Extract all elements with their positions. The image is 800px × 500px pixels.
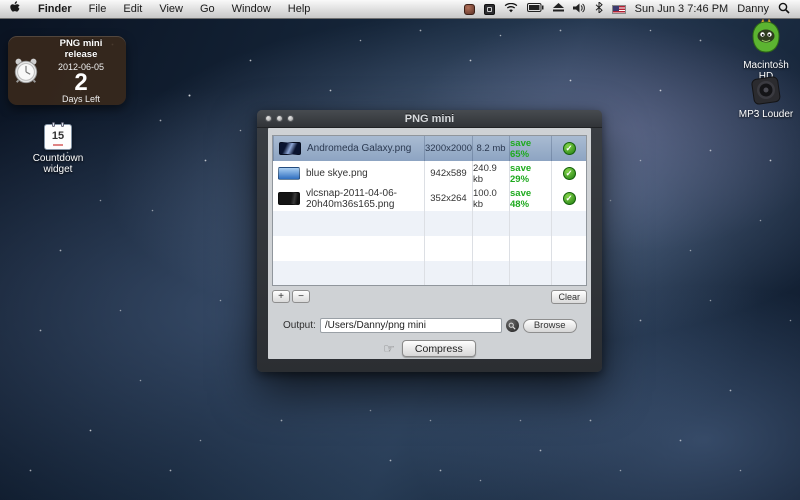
compress-button[interactable]: Compress (402, 340, 476, 357)
menu-file[interactable]: File (89, 3, 107, 15)
speaker-hd-icon (749, 76, 783, 106)
menu-edit[interactable]: Edit (123, 3, 142, 15)
window-titlebar[interactable]: PNG mini (257, 110, 602, 128)
widget-days-count: 2 (44, 72, 118, 94)
desktop-icon-macintosh-hd[interactable]: Macintosh HD (737, 18, 795, 82)
table-row[interactable]: blue skye.png 942x589 240.9 kb save 29% … (273, 161, 586, 186)
png-mini-window: PNG mini Andromeda Galaxy.png 3200x2000 … (257, 110, 602, 372)
table-controls: + − Clear (272, 289, 587, 304)
file-size: 100.0 kb (472, 186, 509, 211)
desktop: Finder File Edit View Go Window Help (0, 0, 800, 500)
desktop-icon-countdown-widget[interactable]: 15 Countdown widget (26, 124, 90, 175)
window-content: Andromeda Galaxy.png 3200x2000 8.2 mb sa… (268, 128, 591, 359)
wifi-icon[interactable] (504, 3, 518, 16)
bluetooth-icon[interactable] (595, 2, 603, 16)
table-row[interactable]: vlcsnap-2011-04-06-20h40m36s165.png 352x… (273, 186, 586, 211)
output-row: Output: Browse (276, 318, 583, 333)
apple-icon (10, 1, 21, 14)
menu-go[interactable]: Go (200, 3, 215, 15)
alarm-clock-icon (8, 56, 44, 86)
user-menu[interactable]: Danny (737, 3, 769, 15)
file-thumbnail (278, 192, 300, 205)
check-icon: ✓ (563, 192, 576, 205)
calendar-day: 15 (45, 130, 71, 142)
widget-days-label: Days Left (44, 94, 118, 104)
monster-hd-icon (748, 18, 784, 58)
app-status-icon[interactable] (464, 4, 475, 15)
menu-clock[interactable]: Sun Jun 3 7:46 PM (635, 3, 729, 15)
empty-table-row[interactable] (273, 211, 586, 236)
volume-icon[interactable] (573, 3, 586, 16)
menu-view[interactable]: View (159, 3, 183, 15)
countdown-widget[interactable]: PNG mini release 2012-06-05 2 Days Left (8, 36, 126, 105)
apple-menu[interactable] (10, 1, 21, 17)
empty-table-row[interactable] (273, 261, 586, 286)
widget-title: PNG mini release (44, 38, 118, 60)
eject-icon[interactable] (553, 3, 564, 15)
file-size: 8.2 mb (472, 136, 509, 161)
output-label: Output: (283, 320, 316, 331)
remove-file-button[interactable]: − (292, 290, 310, 303)
menu-bar-left: Finder File Edit View Go Window Help (0, 1, 310, 17)
menu-bar: Finder File Edit View Go Window Help (0, 0, 800, 19)
file-thumbnail (279, 142, 301, 155)
browse-button[interactable]: Browse (523, 319, 577, 333)
spotlight-search-icon[interactable] (778, 2, 790, 17)
file-save-percent: save 48% (509, 186, 551, 211)
file-dimensions: 3200x2000 (424, 136, 472, 161)
file-dimensions: 352x264 (424, 186, 472, 211)
window-title: PNG mini (257, 113, 602, 125)
menu-window[interactable]: Window (232, 3, 271, 15)
menu-bar-status: Sun Jun 3 7:46 PM Danny (464, 2, 800, 17)
file-table: Andromeda Galaxy.png 3200x2000 8.2 mb sa… (272, 135, 587, 286)
mp3-louder-label: MP3 Louder (737, 109, 795, 120)
clear-button[interactable]: Clear (551, 290, 587, 304)
add-file-button[interactable]: + (272, 290, 290, 303)
countdown-icon-label: Countdown widget (26, 153, 90, 175)
file-name: blue skye.png (306, 168, 368, 179)
menu-app-name[interactable]: Finder (38, 3, 72, 15)
desktop-icon-mp3-louder[interactable]: MP3 Louder (737, 76, 795, 120)
menu-extra-icon[interactable] (484, 4, 495, 15)
reveal-path-icon[interactable] (506, 319, 519, 332)
file-size: 240.9 kb (472, 161, 509, 186)
check-icon: ✓ (563, 167, 576, 180)
input-language-flag-icon[interactable] (612, 5, 626, 14)
widget-text: PNG mini release 2012-06-05 2 Days Left (44, 38, 126, 104)
compress-row: ☞ Compress (268, 340, 591, 357)
file-name: Andromeda Galaxy.png (307, 143, 411, 154)
file-save-percent: save 29% (509, 161, 551, 186)
menu-help[interactable]: Help (288, 3, 311, 15)
check-icon: ✓ (563, 142, 576, 155)
file-name: vlcsnap-2011-04-06-20h40m36s165.png (306, 188, 424, 210)
battery-icon[interactable] (527, 3, 544, 15)
table-row[interactable]: Andromeda Galaxy.png 3200x2000 8.2 mb sa… (273, 136, 586, 161)
empty-table-row[interactable] (273, 236, 586, 261)
output-path-field[interactable] (320, 318, 502, 333)
calendar-icon: 15 (44, 124, 72, 150)
file-save-percent: save 65% (509, 136, 551, 161)
file-thumbnail (278, 167, 300, 180)
file-dimensions: 942x589 (424, 161, 472, 186)
pointing-hand-icon: ☞ (383, 341, 395, 357)
